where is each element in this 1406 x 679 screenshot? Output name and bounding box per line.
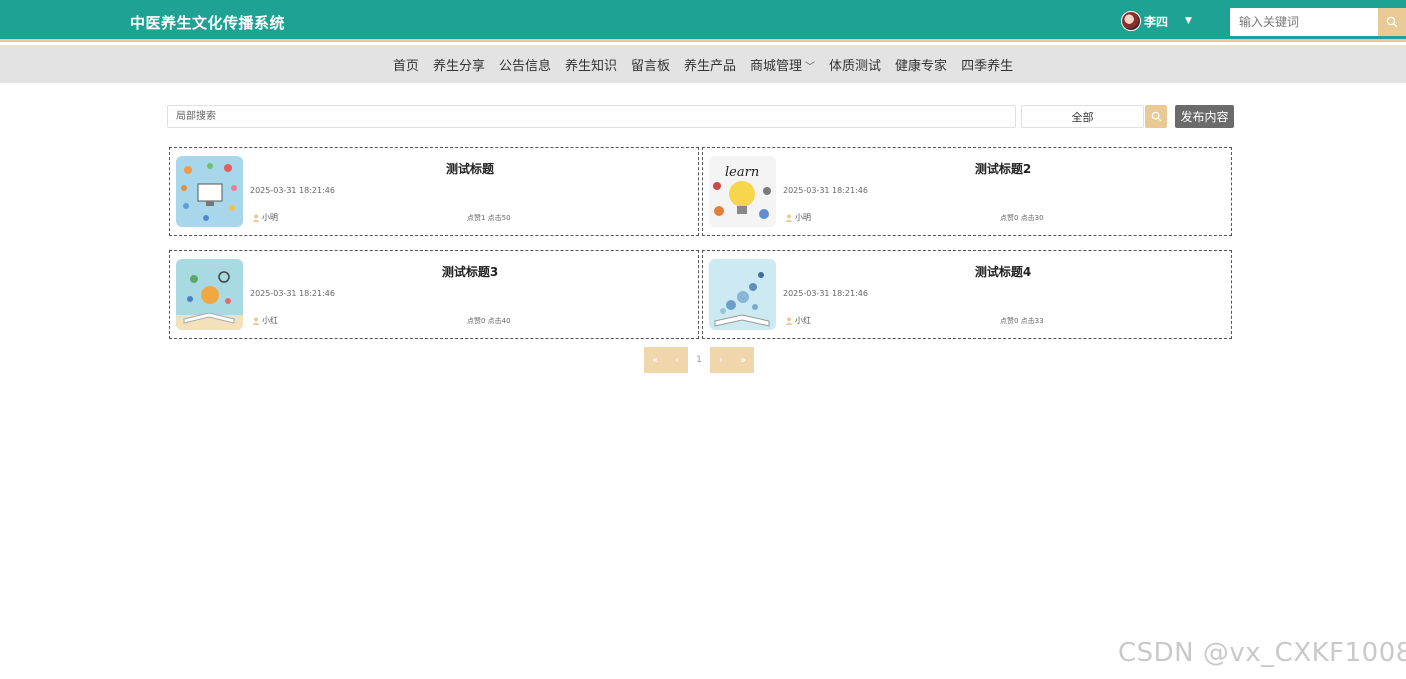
- post-date: 2025-03-31 18:21:46: [250, 186, 335, 195]
- username[interactable]: 李四: [1144, 13, 1168, 30]
- post-author: 小红: [785, 315, 811, 326]
- avatar[interactable]: [1121, 11, 1141, 31]
- search-icon: [1386, 16, 1398, 28]
- pagination: « ‹ 1 › »: [644, 347, 754, 373]
- user-icon: [785, 316, 793, 325]
- post-date: 2025-03-31 18:21:46: [783, 186, 868, 195]
- nav-item-notice[interactable]: 公告信息: [499, 55, 551, 74]
- post-stats: 点赞0 点击33: [1000, 317, 1044, 325]
- post-date: 2025-03-31 18:21:46: [783, 289, 868, 298]
- post-thumbnail[interactable]: [176, 156, 243, 227]
- chevron-down-icon: ﹀: [805, 61, 816, 73]
- post-card[interactable]: learn 测试标题2 2025-03-31 18:21:46 小明 点赞0 点…: [702, 147, 1232, 236]
- post-card[interactable]: 测试标题 2025-03-31 18:21:46 小明 点赞1 点击50: [169, 147, 699, 236]
- main-nav: 首页 养生分享 公告信息 养生知识 留言板 养生产品 商城管理 ﹀ 体质测试 健康…: [0, 45, 1406, 83]
- caret-down-icon[interactable]: ▼: [1185, 16, 1192, 26]
- post-thumbnail[interactable]: [709, 259, 776, 330]
- prev-page-button[interactable]: ‹: [666, 347, 688, 373]
- app-title[interactable]: 中医养生文化传播系统: [130, 12, 285, 33]
- post-author-name: 小明: [795, 213, 811, 222]
- post-thumbnail[interactable]: learn: [709, 156, 776, 227]
- category-select[interactable]: 全部: [1021, 105, 1144, 128]
- search-button[interactable]: [1145, 105, 1167, 128]
- post-card[interactable]: 测试标题4 2025-03-31 18:21:46 小红 点赞0 点击33: [702, 250, 1232, 339]
- post-stats: 点赞0 点击40: [467, 317, 511, 325]
- post-title[interactable]: 测试标题: [250, 160, 690, 177]
- post-author: 小红: [252, 315, 278, 326]
- svg-text:learn: learn: [725, 165, 759, 180]
- nav-item-experts[interactable]: 健康专家: [895, 55, 947, 74]
- post-card[interactable]: 测试标题3 2025-03-31 18:21:46 小红 点赞0 点击40: [169, 250, 699, 339]
- publish-button[interactable]: 发布内容: [1175, 105, 1234, 128]
- nav-item-messages[interactable]: 留言板: [631, 55, 670, 74]
- nav-item-mall-label: 商城管理: [750, 58, 803, 74]
- header-search: [1230, 8, 1406, 36]
- post-author-name: 小红: [795, 316, 811, 325]
- nav-item-knowledge[interactable]: 养生知识: [565, 55, 617, 74]
- post-author: 小明: [785, 212, 811, 223]
- nav-item-constitution-test[interactable]: 体质测试: [829, 55, 881, 74]
- page-number[interactable]: 1: [688, 347, 710, 373]
- post-date: 2025-03-31 18:21:46: [250, 289, 335, 298]
- user-icon: [252, 213, 260, 222]
- post-title[interactable]: 测试标题4: [783, 263, 1223, 280]
- post-title[interactable]: 测试标题3: [250, 263, 690, 280]
- post-author-name: 小明: [262, 213, 278, 222]
- nav-item-products[interactable]: 养生产品: [684, 55, 736, 74]
- post-stats: 点赞0 点击30: [1000, 214, 1044, 222]
- user-menu[interactable]: 李四 ▼: [1121, 11, 1192, 31]
- local-search-input[interactable]: [167, 105, 1016, 128]
- keyword-search-input[interactable]: [1230, 8, 1378, 36]
- nav-item-share[interactable]: 养生分享: [433, 55, 485, 74]
- top-header: 中医养生文化传播系统 李四 ▼: [0, 0, 1406, 42]
- post-author-name: 小红: [262, 316, 278, 325]
- last-page-button[interactable]: »: [732, 347, 754, 373]
- nav-item-mall[interactable]: 商城管理 ﹀: [750, 55, 815, 74]
- nav-item-seasons[interactable]: 四季养生: [961, 55, 1013, 74]
- next-page-button[interactable]: ›: [710, 347, 732, 373]
- post-thumbnail[interactable]: [176, 259, 243, 330]
- header-search-button[interactable]: [1378, 8, 1406, 36]
- post-author: 小明: [252, 212, 278, 223]
- first-page-button[interactable]: «: [644, 347, 666, 373]
- search-icon: [1151, 111, 1162, 122]
- watermark: CSDN @vx_CXKF10088: [1118, 638, 1406, 668]
- post-stats: 点赞1 点击50: [467, 214, 511, 222]
- user-icon: [252, 316, 260, 325]
- user-icon: [785, 213, 793, 222]
- post-title[interactable]: 测试标题2: [783, 160, 1223, 177]
- nav-item-home[interactable]: 首页: [393, 55, 419, 74]
